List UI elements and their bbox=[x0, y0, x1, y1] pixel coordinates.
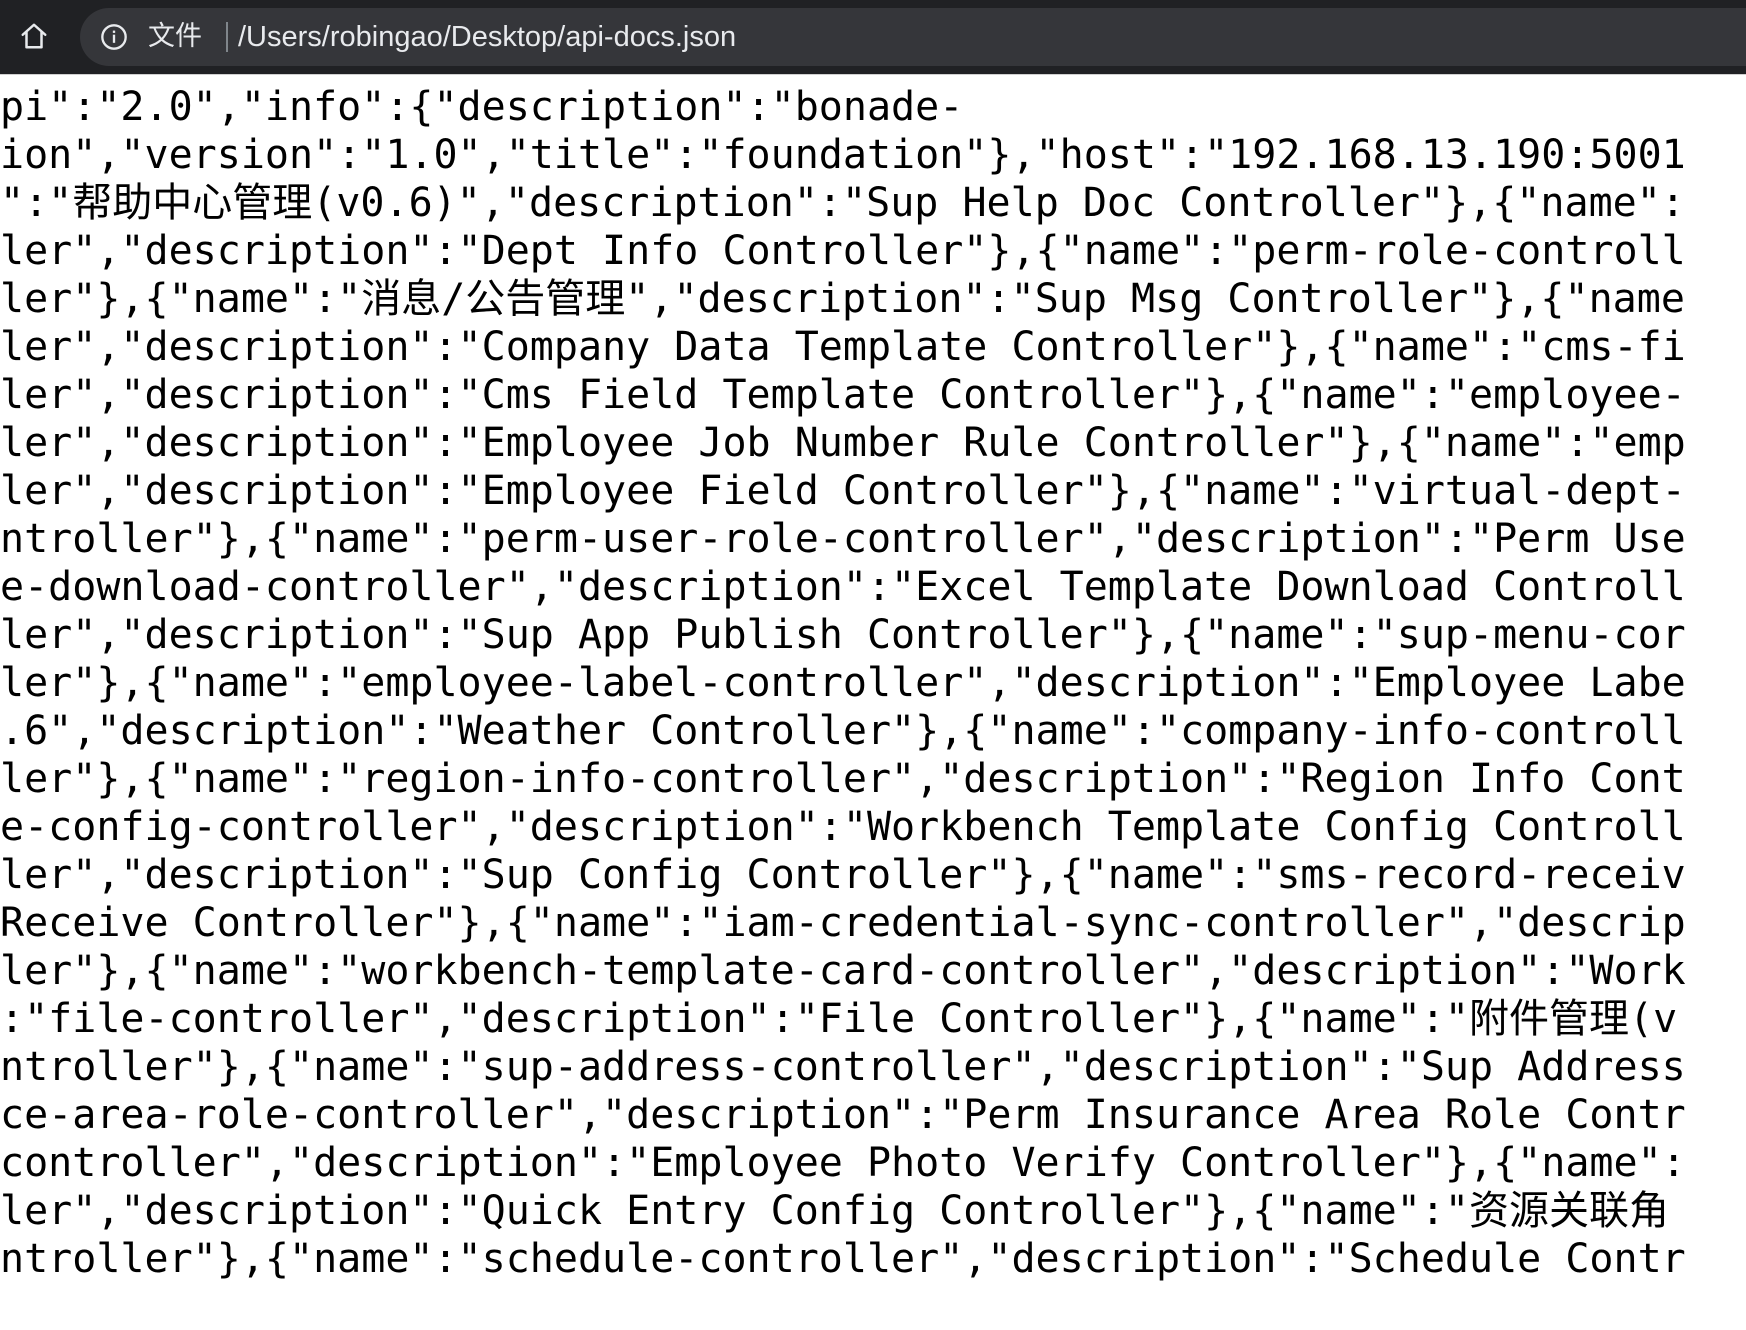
json-line: :"file-controller","description":"File C… bbox=[0, 996, 1678, 1042]
url-text[interactable]: /Users/robingao/Desktop/api-docs.json bbox=[238, 8, 736, 66]
json-line: ler"},{"name":"employee-label-controller… bbox=[0, 660, 1686, 706]
json-line: ntroller"},{"name":"sup-address-controll… bbox=[0, 1044, 1686, 1090]
json-line: ler","description":"Employee Job Number … bbox=[0, 420, 1686, 466]
json-viewer[interactable]: pi":"2.0","info":{"description":"bonade-… bbox=[0, 75, 1746, 1330]
json-line: ler","description":"Dept Info Controller… bbox=[0, 228, 1686, 274]
json-line: ntroller"},{"name":"schedule-controller"… bbox=[0, 1236, 1686, 1282]
json-line: ler"},{"name":"消息/公告管理","description":"S… bbox=[0, 276, 1685, 322]
json-line: ler","description":"Company Data Templat… bbox=[0, 324, 1686, 370]
json-line: Receive Controller"},{"name":"iam-creden… bbox=[0, 900, 1686, 946]
json-line: ler","description":"Employee Field Contr… bbox=[0, 468, 1686, 514]
json-line: ce-area-role-controller","description":"… bbox=[0, 1092, 1686, 1138]
info-icon[interactable] bbox=[100, 23, 128, 51]
json-line: .6","description":"Weather Controller"},… bbox=[0, 708, 1686, 754]
json-line: ler","description":"Sup Config Controlle… bbox=[0, 852, 1686, 898]
json-line: ler","description":"Sup App Publish Cont… bbox=[0, 612, 1686, 658]
address-divider bbox=[226, 22, 228, 52]
json-content: pi":"2.0","info":{"description":"bonade-… bbox=[0, 75, 1746, 1330]
json-line: ":"帮助中心管理(v0.6)","description":"Sup Help… bbox=[0, 180, 1685, 226]
home-icon bbox=[21, 23, 47, 49]
address-bar[interactable]: 文件 /Users/robingao/Desktop/api-docs.json bbox=[80, 8, 1746, 66]
browser-toolbar: 文件 /Users/robingao/Desktop/api-docs.json bbox=[0, 0, 1746, 74]
json-line: ler"},{"name":"workbench-template-card-c… bbox=[0, 948, 1686, 994]
json-line: e-config-controller","description":"Work… bbox=[0, 804, 1686, 850]
json-line: ntroller"},{"name":"perm-user-role-contr… bbox=[0, 516, 1686, 562]
file-scheme-label: 文件 bbox=[148, 21, 202, 52]
json-line: e-download-controller","description":"Ex… bbox=[0, 564, 1686, 610]
json-line: ler","description":"Cms Field Template C… bbox=[0, 372, 1686, 418]
json-line: controller","description":"Employee Phot… bbox=[0, 1140, 1686, 1186]
json-line: ler","description":"Quick Entry Config C… bbox=[0, 1188, 1670, 1234]
json-line: ler"},{"name":"region-info-controller","… bbox=[0, 756, 1686, 802]
json-line: ion","version":"1.0","title":"foundation… bbox=[0, 132, 1686, 178]
home-button[interactable] bbox=[12, 14, 56, 58]
json-line: pi":"2.0","info":{"description":"bonade- bbox=[0, 84, 964, 130]
